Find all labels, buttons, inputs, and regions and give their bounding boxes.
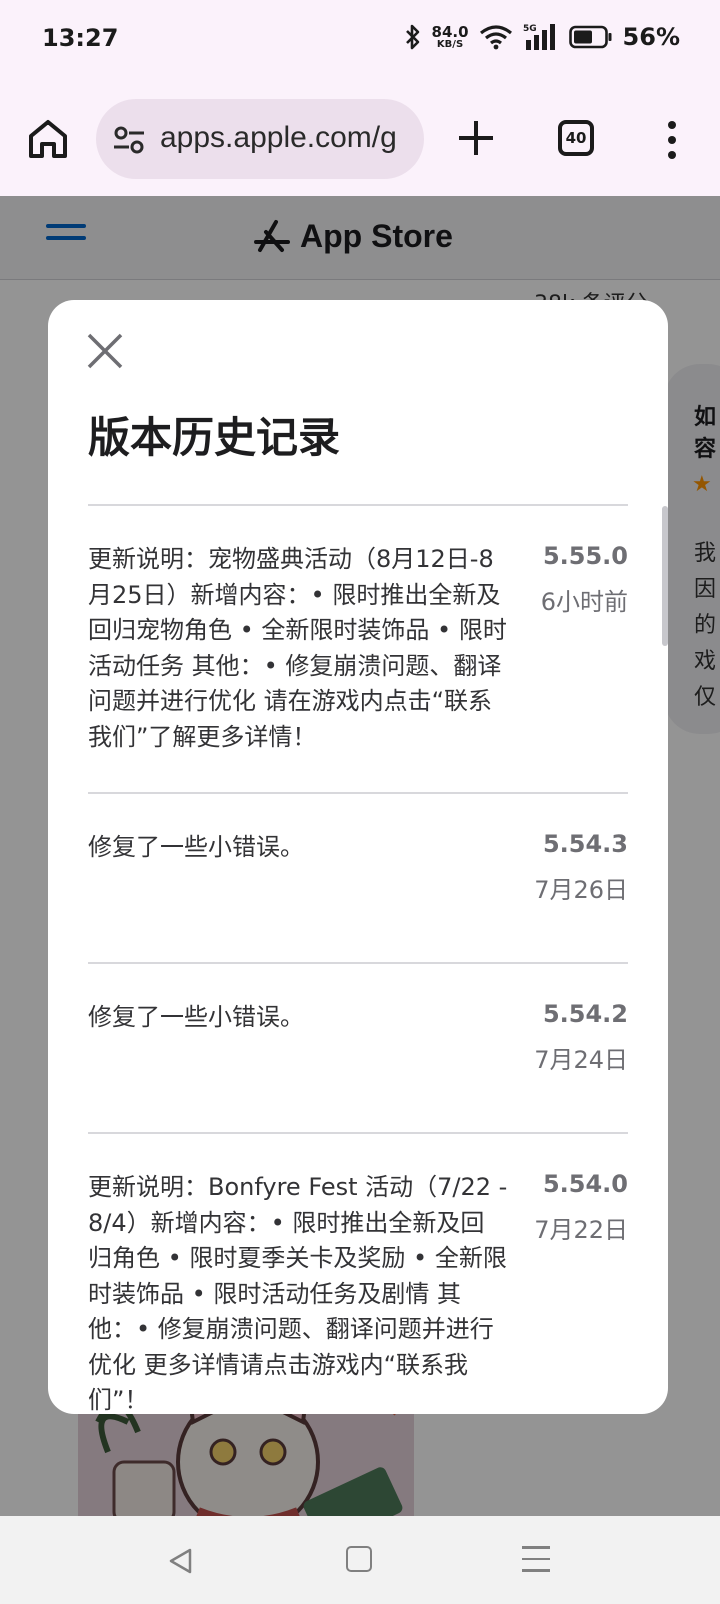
release-date: 6小时前 [540,588,628,616]
recents-menu-icon[interactable] [522,1546,550,1574]
scrollbar-thumb[interactable] [662,506,668,646]
network-speed-unit: KB/S [436,38,464,50]
version-history-dialog: 版本历史记录 更新说明：宠物盛典活动（8月12日-8月25日）新增内容：• 限时… [48,300,668,1414]
status-bar: 13:27 84.0 KB/S 5G 56% [0,0,720,84]
battery-icon [568,25,612,49]
release-notes: 更新说明：宠物盛典活动（8月12日-8月25日）新增内容：• 限时推出全新及回归… [88,545,507,751]
release-date: 7月22日 [534,1216,628,1244]
release-notes: 修复了一些小错误。 [88,1003,304,1031]
browser-toolbar: apps.apple.com/g 40 [0,84,720,196]
version-entry: 修复了一些小错误。 5.54.3 7月26日 [88,792,628,962]
tune-icon[interactable] [112,123,146,157]
release-date: 7月24日 [534,1046,628,1074]
version-number: 5.55.0 [542,542,628,570]
cellular-signal-icon: 5G [523,24,555,50]
network-type-label: 5G [523,24,537,34]
address-bar[interactable]: apps.apple.com/g [96,99,424,179]
dialog-title: 版本历史记录 [88,413,341,462]
status-time: 13:27 [42,24,119,52]
home-square-icon[interactable] [346,1546,372,1572]
version-number: 5.54.3 [542,830,628,858]
battery-percent: 56% [622,23,680,51]
version-number: 5.54.2 [542,1000,628,1028]
tab-switcher-button[interactable]: 40 [558,120,594,156]
close-icon[interactable] [86,332,124,370]
release-notes: 更新说明：Bonfyre Fest 活动（7/22 - 8/4）新增内容：• 限… [88,1173,508,1414]
bluetooth-icon [405,24,419,50]
system-navigation-bar [0,1516,720,1604]
version-entry: 修复了一些小错误。 5.54.2 7月24日 [88,962,628,1132]
status-icons: 84.0 KB/S 5G 56% [404,22,680,52]
version-list: 更新说明：宠物盛典活动（8月12日-8月25日）新增内容：• 限时推出全新及回归… [88,504,628,1414]
network-speed-value: 84.0 [431,22,469,41]
version-number: 5.54.0 [542,1170,628,1198]
release-notes: 修复了一些小错误。 [88,833,304,861]
home-icon[interactable] [24,114,72,162]
release-date: 7月26日 [534,876,628,904]
url-text: apps.apple.com/g [160,121,397,154]
more-vert-icon[interactable] [666,120,678,160]
network-speed: 84.0 KB/S [431,22,469,50]
back-triangle-icon[interactable] [166,1546,196,1576]
version-entry: 更新说明：宠物盛典活动（8月12日-8月25日）新增内容：• 限时推出全新及回归… [88,504,628,792]
plus-icon[interactable] [456,118,496,158]
wifi-icon [479,25,512,50]
version-entry: 更新说明：Bonfyre Fest 活动（7/22 - 8/4）新增内容：• 限… [88,1132,628,1414]
